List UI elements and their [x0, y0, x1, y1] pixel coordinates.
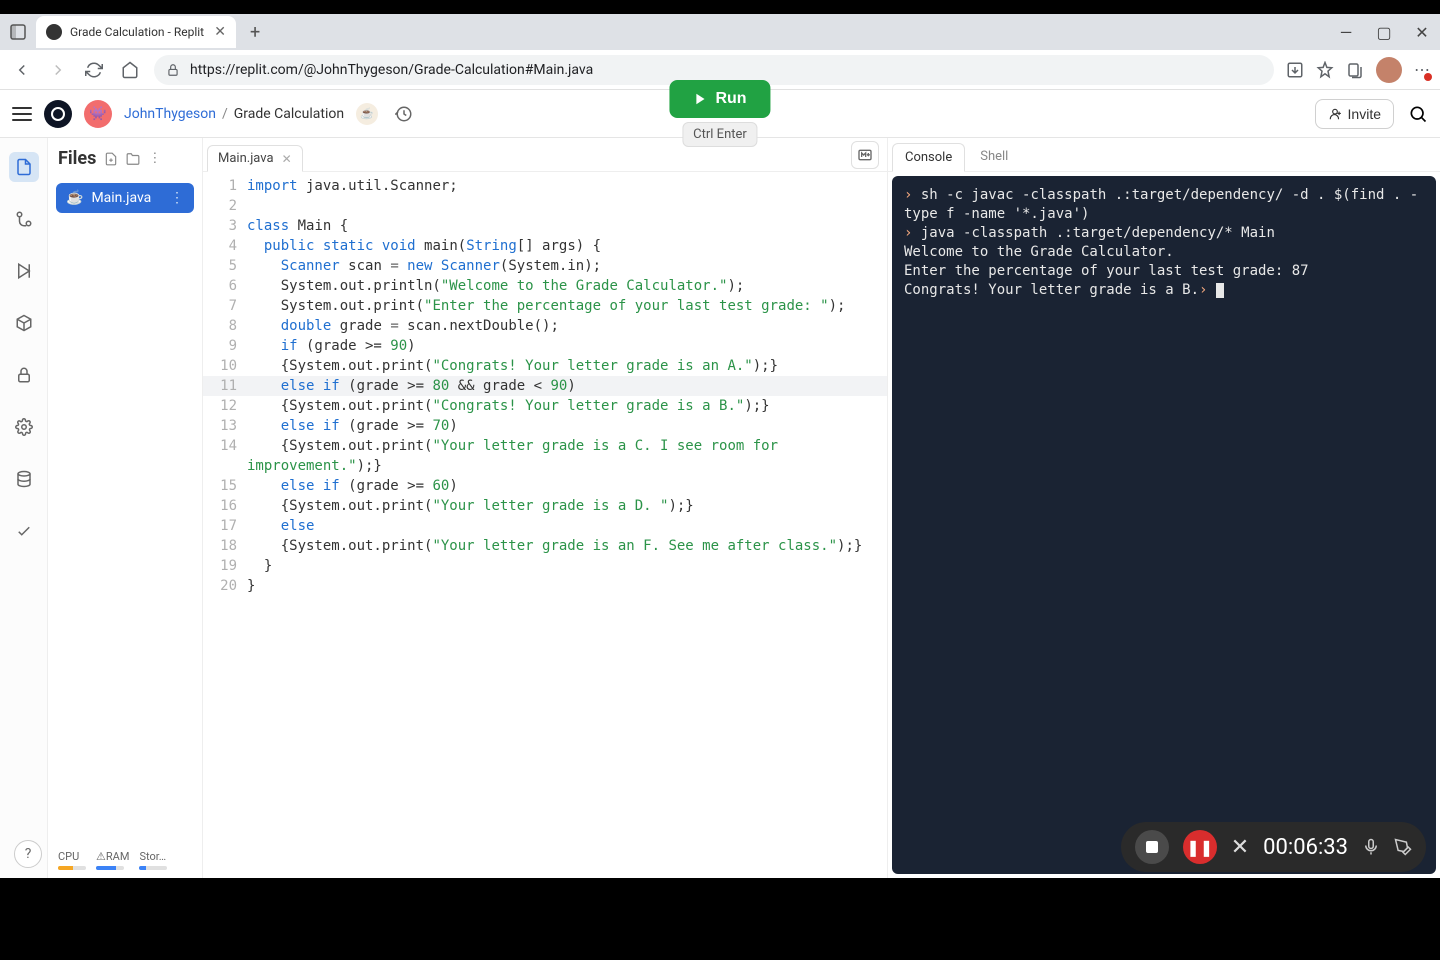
run-button[interactable]: Run — [669, 80, 770, 118]
pause-recording-button[interactable]: ❚❚ — [1183, 830, 1217, 864]
mic-icon[interactable] — [1362, 838, 1380, 856]
packages-rail-icon[interactable] — [9, 308, 39, 338]
vcs-rail-icon[interactable] — [9, 204, 39, 234]
favicon-icon — [46, 24, 62, 40]
ram-meter: ⚠RAM — [96, 850, 129, 870]
invite-button[interactable]: Invite — [1315, 99, 1394, 129]
markdown-preview-icon[interactable] — [851, 141, 879, 169]
install-app-icon[interactable] — [1286, 61, 1304, 79]
annotate-icon[interactable] — [1394, 838, 1412, 856]
app-header: 👾 JohnThygeson / Grade Calculation ☕ Run… — [0, 90, 1440, 138]
menu-icon[interactable] — [12, 107, 32, 121]
screen-recorder: ❚❚ ✕ 00:06:33 — [1121, 822, 1426, 872]
language-badge-icon: ☕ — [356, 103, 378, 125]
help-button[interactable]: ? — [14, 840, 42, 868]
editor-pane: Main.java ✕ 1import java.util.Scanner; 2… — [203, 138, 888, 878]
console-tab[interactable]: Console — [892, 143, 965, 172]
file-pane: Files ⋮ ☕ Main.java ⋮ CPU — [48, 138, 203, 878]
check-rail-icon[interactable] — [9, 516, 39, 546]
profile-avatar[interactable] — [1376, 57, 1402, 83]
file-item-main[interactable]: ☕ Main.java ⋮ — [56, 183, 194, 213]
settings-rail-icon[interactable] — [9, 412, 39, 442]
database-rail-icon[interactable] — [9, 464, 39, 494]
close-tab-icon[interactable]: ✕ — [214, 24, 226, 40]
lock-icon — [166, 63, 180, 77]
debugger-rail-icon[interactable] — [9, 256, 39, 286]
new-tab-button[interactable]: + — [244, 22, 266, 43]
breadcrumb-user[interactable]: JohnThygeson — [124, 106, 216, 122]
run-shortcut-hint: Ctrl Enter — [682, 122, 758, 147]
editor-tab[interactable]: Main.java ✕ — [207, 145, 303, 172]
secrets-rail-icon[interactable] — [9, 360, 39, 390]
file-item-more-icon[interactable]: ⋮ — [170, 190, 184, 206]
browser-tab-bar: Grade Calculation - Replit ✕ + ― ▢ ✕ — [0, 14, 1440, 50]
replit-logo-icon[interactable] — [44, 100, 72, 128]
window-controls: ― ▢ ✕ — [1336, 23, 1432, 42]
tab-title: Grade Calculation - Replit — [70, 25, 204, 39]
console-pane: Console Shell › sh -c javac -classpath .… — [888, 138, 1440, 878]
breadcrumb-separator: / — [222, 106, 228, 122]
cursor — [1216, 283, 1224, 298]
search-icon[interactable] — [1408, 104, 1428, 124]
storage-meter: Stor… — [139, 850, 167, 870]
history-icon[interactable] — [390, 100, 418, 128]
url-text: https://replit.com/@JohnThygeson/Grade-C… — [190, 62, 593, 78]
new-folder-icon[interactable] — [126, 152, 140, 166]
browser-tab[interactable]: Grade Calculation - Replit ✕ — [36, 16, 236, 48]
java-file-icon: ☕ — [66, 190, 83, 206]
resource-bar: CPU ⚠RAM Stor… — [48, 842, 202, 878]
reload-button[interactable] — [82, 58, 106, 82]
run-label: Run — [715, 90, 746, 108]
editor-tab-name: Main.java — [218, 151, 274, 166]
sidebar-rail — [0, 138, 48, 878]
breadcrumb-project[interactable]: Grade Calculation — [234, 106, 344, 122]
close-window-icon[interactable]: ✕ — [1412, 23, 1432, 42]
user-avatar-icon[interactable]: 👾 — [84, 100, 112, 128]
console-output[interactable]: › sh -c javac -classpath .:target/depend… — [892, 176, 1436, 874]
shell-tab[interactable]: Shell — [967, 142, 1021, 171]
invite-label: Invite — [1348, 106, 1381, 122]
minimize-icon[interactable]: ― — [1336, 23, 1356, 42]
home-button[interactable] — [118, 58, 142, 82]
recording-time: 00:06:33 — [1263, 835, 1348, 860]
back-button[interactable] — [10, 58, 34, 82]
maximize-icon[interactable]: ▢ — [1374, 23, 1394, 42]
cpu-meter: CPU — [58, 850, 86, 870]
more-menu-icon[interactable]: ⋯ — [1414, 60, 1430, 79]
forward-button[interactable] — [46, 58, 70, 82]
breadcrumb: JohnThygeson / Grade Calculation — [124, 106, 344, 122]
code-editor[interactable]: 1import java.util.Scanner; 2 3class Main… — [203, 172, 887, 878]
collections-icon[interactable] — [1346, 61, 1364, 79]
file-more-icon[interactable]: ⋮ — [148, 151, 161, 166]
stop-recording-button[interactable] — [1135, 830, 1169, 864]
close-recorder-icon[interactable]: ✕ — [1231, 835, 1249, 860]
favorite-icon[interactable] — [1316, 61, 1334, 79]
files-title: Files — [58, 148, 96, 169]
file-name: Main.java — [91, 190, 151, 206]
close-editor-tab-icon[interactable]: ✕ — [282, 152, 292, 166]
new-file-icon[interactable] — [104, 152, 118, 166]
tab-overview-icon[interactable] — [8, 22, 28, 42]
files-rail-icon[interactable] — [9, 152, 39, 182]
